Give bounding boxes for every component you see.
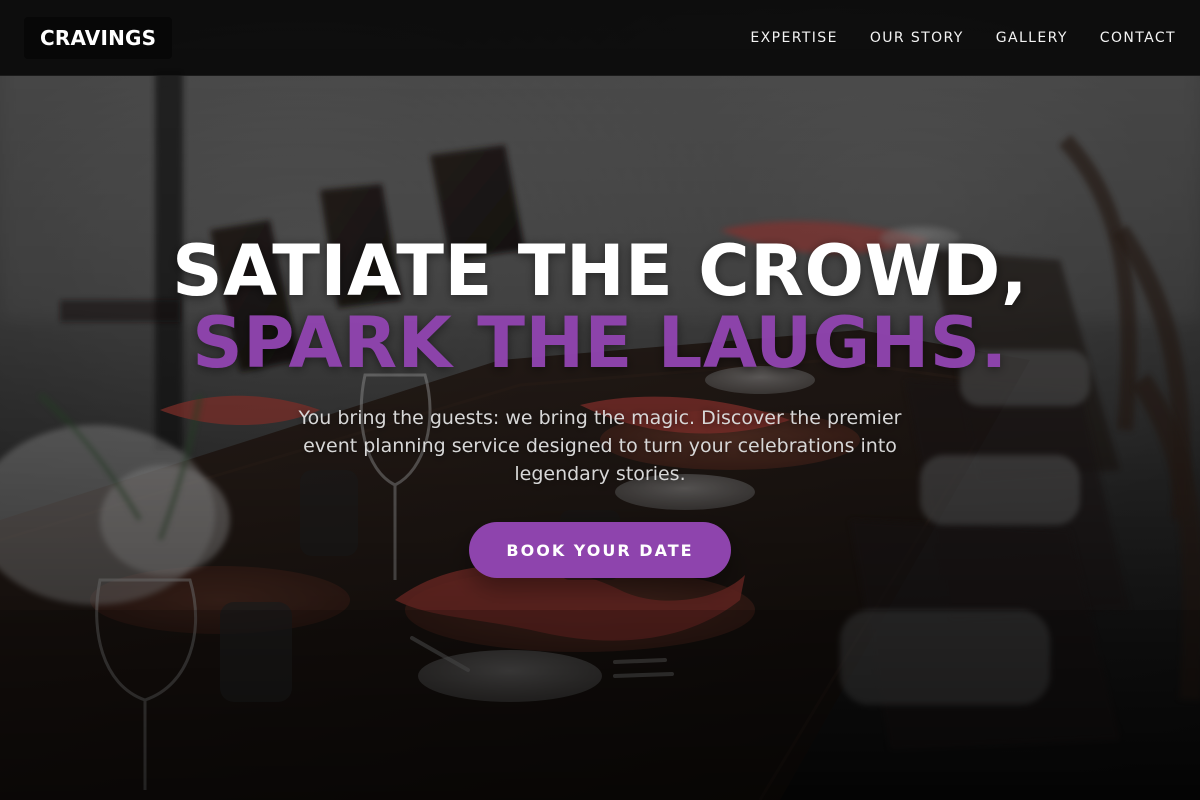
top-nav-bar: CRAVINGS EXPERTISE OUR STORY GALLERY CON… bbox=[0, 0, 1200, 76]
book-your-date-button[interactable]: BOOK YOUR DATE bbox=[469, 522, 731, 578]
hero-subtitle: You bring the guests: we bring the magic… bbox=[298, 407, 902, 485]
nav-gallery-link[interactable]: GALLERY bbox=[996, 22, 1068, 54]
hero-section: SATIATE THE CROWD, SPARK THE LAUGHS. You… bbox=[0, 76, 1200, 800]
nav-expertise-link[interactable]: EXPERTISE bbox=[750, 22, 837, 54]
nav-our-story-link[interactable]: OUR STORY bbox=[870, 22, 964, 54]
nav-contact-link[interactable]: CONTACT bbox=[1100, 22, 1176, 54]
brand-logo[interactable]: CRAVINGS bbox=[24, 16, 173, 59]
main-navigation: EXPERTISE OUR STORY GALLERY CONTACT bbox=[718, 22, 1176, 54]
landing-page: CRAVINGS EXPERTISE OUR STORY GALLERY CON… bbox=[0, 0, 1200, 800]
hero-headline-line-1: SATIATE THE CROWD, bbox=[172, 230, 1028, 312]
hero-headline: SATIATE THE CROWD, SPARK THE LAUGHS. bbox=[0, 236, 1200, 378]
hero-headline-line-2: SPARK THE LAUGHS. bbox=[192, 302, 1008, 384]
